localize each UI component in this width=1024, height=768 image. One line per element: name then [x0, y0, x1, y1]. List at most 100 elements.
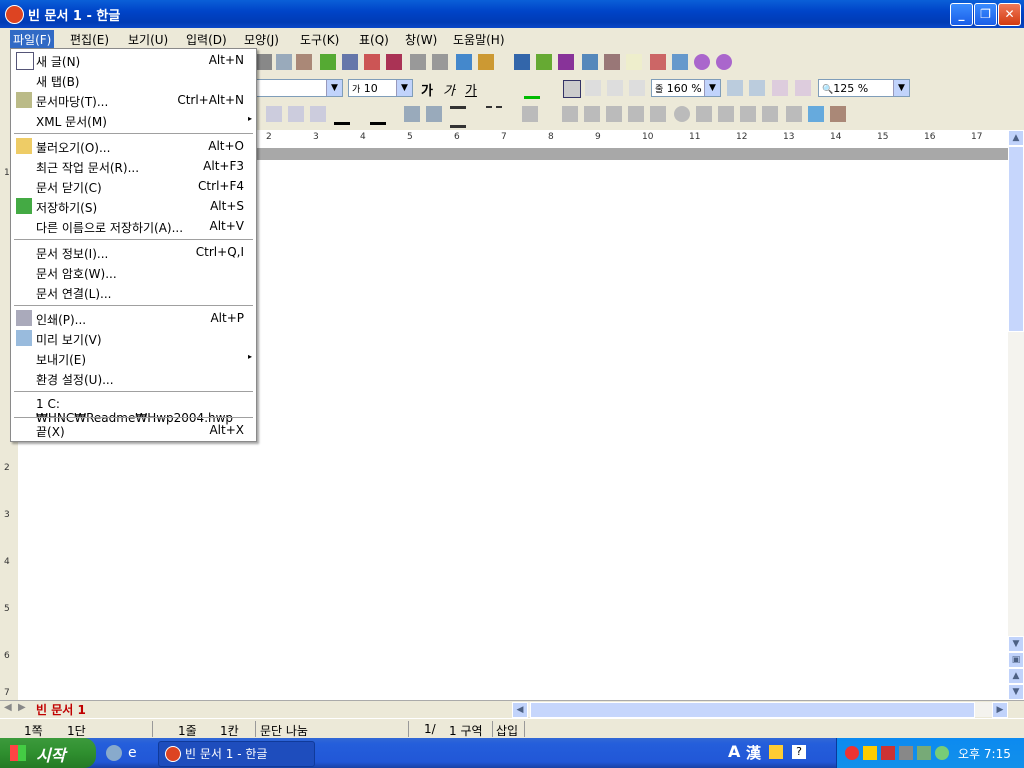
taskbar-item-hangul[interactable]: 빈 문서 1 - 한글 — [158, 741, 315, 767]
horizontal-scrollbar[interactable]: ◀ ▶ — [512, 702, 1008, 718]
memo-icon[interactable] — [626, 54, 642, 70]
status-insert-mode[interactable]: 삽입 — [496, 722, 518, 739]
line-style-icon[interactable] — [450, 106, 466, 128]
menu-item-save-as[interactable]: 다른 이름으로 저장하기(A)... Alt+V — [11, 216, 256, 236]
flip-vertical-icon[interactable] — [740, 106, 756, 122]
menu-item-recent-file-1[interactable]: 1 C:₩HNC₩Readme₩Hwp2004.hwp — [11, 394, 256, 425]
italic-button[interactable]: 가 — [443, 80, 455, 99]
play2-icon[interactable] — [716, 54, 732, 70]
menu-item-close-doc[interactable]: 문서 닫기(C) Ctrl+F4 — [11, 176, 256, 196]
crop-icon[interactable] — [762, 106, 778, 122]
line-color-icon[interactable] — [334, 106, 350, 125]
scroll-thumb[interactable] — [1008, 146, 1024, 332]
vmware-icon[interactable] — [899, 746, 913, 760]
ie-icon[interactable]: e — [128, 745, 144, 761]
drawing-icon[interactable] — [536, 54, 552, 70]
menu-item-xml[interactable]: XML 문서(M) ▸ — [11, 110, 256, 130]
menu-view[interactable]: 보기(U) — [125, 30, 171, 49]
menu-item-preferences[interactable]: 환경 설정(U)... — [11, 368, 256, 388]
menu-item-recent[interactable]: 최근 작업 문서(R)... Alt+F3 — [11, 156, 256, 176]
align-objects-icon[interactable] — [562, 106, 578, 122]
free-rotate-icon[interactable] — [696, 106, 712, 122]
highlight-icon[interactable] — [524, 80, 540, 99]
numbering-icon[interactable] — [772, 80, 788, 96]
menu-edit[interactable]: 편집(E) — [67, 30, 112, 49]
underline-button[interactable]: 가 — [465, 80, 477, 99]
start-button[interactable]: 시작 — [0, 738, 96, 768]
monitor-icon[interactable] — [672, 54, 688, 70]
ime-hanja-icon[interactable]: 漢 — [746, 742, 761, 763]
fill-color-icon[interactable] — [370, 106, 386, 125]
menu-item-doc-password[interactable]: 문서 암호(W)... — [11, 262, 256, 282]
redo-icon[interactable] — [432, 54, 448, 70]
hanja-icon[interactable] — [604, 54, 620, 70]
distribute-icon[interactable] — [584, 106, 600, 122]
select-object-icon[interactable] — [266, 106, 282, 122]
bold-button[interactable]: 가 — [421, 80, 433, 99]
shield-icon[interactable] — [863, 746, 877, 760]
page-view-icon[interactable]: ▣ — [1008, 652, 1024, 668]
close-button[interactable]: ✕ — [998, 3, 1021, 26]
align-icon[interactable] — [342, 54, 358, 70]
menu-table[interactable]: 표(Q) — [356, 30, 392, 49]
send-back-icon[interactable] — [426, 106, 442, 122]
menu-item-open[interactable]: 불러오기(O)... Alt+O — [11, 136, 256, 156]
scroll-left-icon[interactable]: ◀ — [512, 702, 528, 718]
scroll-right-icon[interactable]: ▶ — [992, 702, 1008, 718]
scroll-down-icon[interactable]: ▼ — [1008, 636, 1024, 652]
chevron-down-icon[interactable]: ▼ — [326, 80, 342, 96]
horizontal-ruler[interactable]: 2 3 4 5 6 7 8 9 10 11 12 13 14 15 16 17 — [256, 130, 1008, 149]
menu-item-send[interactable]: 보내기(E) ▸ — [11, 348, 256, 368]
next-page-icon[interactable]: ▼ — [1008, 684, 1024, 700]
connector-icon[interactable] — [808, 106, 824, 122]
menu-item-doc-link[interactable]: 문서 연결(L)... — [11, 282, 256, 302]
ungroup-icon[interactable] — [310, 106, 326, 122]
ime-a-icon[interactable]: A — [728, 742, 740, 761]
line-dash-icon[interactable] — [486, 106, 502, 124]
quicklaunch-icon[interactable] — [106, 745, 122, 761]
book-icon[interactable] — [650, 54, 666, 70]
chevron-down-icon[interactable]: ▼ — [893, 80, 909, 96]
move-icon[interactable] — [786, 106, 802, 122]
undo-icon[interactable] — [410, 54, 426, 70]
shadow-icon[interactable] — [606, 106, 622, 122]
menu-file[interactable]: 파일(F) — [10, 30, 55, 49]
align-left-icon[interactable] — [585, 80, 601, 96]
justify-icon[interactable] — [563, 80, 581, 98]
outdent-icon[interactable] — [749, 80, 765, 96]
maximize-button[interactable]: ❐ — [974, 3, 997, 26]
hangul-app-icon[interactable] — [5, 5, 24, 24]
align-center-icon[interactable] — [607, 80, 623, 96]
font-name-combo[interactable]: ▼ — [256, 79, 343, 97]
chart-icon[interactable] — [514, 54, 530, 70]
rotate-icon[interactable] — [674, 106, 690, 122]
style-icon[interactable] — [320, 54, 336, 70]
paste-icon[interactable] — [276, 54, 292, 70]
chevron-down-icon[interactable]: ▼ — [704, 80, 720, 96]
format-painter-icon[interactable] — [830, 106, 846, 122]
menu-item-preview[interactable]: 미리 보기(V) — [11, 328, 256, 348]
columns-icon[interactable] — [386, 54, 402, 70]
stamp-icon[interactable] — [296, 54, 312, 70]
prev-page-icon[interactable]: ▲ — [1008, 668, 1024, 684]
spellcheck-icon[interactable] — [364, 54, 380, 70]
menu-item-save[interactable]: 저장하기(S) Alt+S — [11, 196, 256, 216]
font-size-combo[interactable]: 가 10 ▼ — [348, 79, 413, 97]
volume-icon[interactable] — [935, 746, 949, 760]
textbox-icon[interactable] — [582, 54, 598, 70]
menu-item-new-tab[interactable]: 새 탭(B) — [11, 70, 256, 90]
menu-item-template[interactable]: 문서마당(T)... Ctrl+Alt+N — [11, 90, 256, 110]
ime-settings-icon[interactable] — [769, 745, 783, 759]
menu-item-print[interactable]: 인쇄(P)... Alt+P — [11, 308, 256, 328]
vertical-scrollbar[interactable]: ▲ ▼ ▣ ▲ ▼ — [1008, 130, 1024, 700]
menu-window[interactable]: 창(W) — [402, 30, 440, 49]
tab-prev-icon[interactable]: ◀ — [4, 702, 12, 713]
menu-tools[interactable]: 도구(K) — [297, 30, 342, 49]
table-icon[interactable] — [478, 54, 494, 70]
arrow-style-icon[interactable] — [522, 106, 538, 122]
copy-icon[interactable] — [256, 54, 272, 70]
play1-icon[interactable] — [694, 54, 710, 70]
chevron-down-icon[interactable]: ▼ — [396, 80, 412, 96]
menu-item-exit[interactable]: 끝(X) Alt+X — [11, 420, 256, 440]
wrap-icon[interactable] — [650, 106, 666, 122]
